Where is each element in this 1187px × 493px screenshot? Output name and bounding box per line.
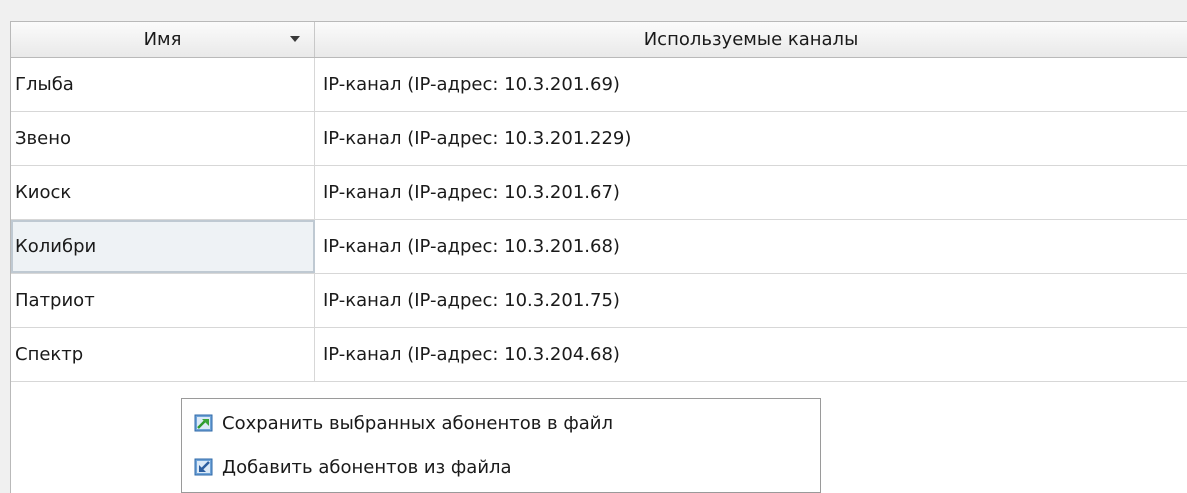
column-header-name-label: Имя [143,29,182,50]
cell-name[interactable]: Глыба [11,58,315,111]
table-row[interactable]: Патриот IP-канал (IP-адрес: 10.3.201.75) [11,274,1187,328]
table-row[interactable]: Спектр IP-канал (IP-адрес: 10.3.204.68) [11,328,1187,382]
table-row[interactable]: Киоск IP-канал (IP-адрес: 10.3.201.67) [11,166,1187,220]
menu-item-import-from-file-label: Добавить абонентов из файла [222,456,512,478]
column-header-channels[interactable]: Используемые каналы [315,22,1187,57]
table-header: Имя Используемые каналы [11,22,1187,58]
cell-name[interactable]: Спектр [11,328,315,381]
table-body: Глыба IP-канал (IP-адрес: 10.3.201.69) З… [11,58,1187,382]
column-header-channels-label: Используемые каналы [643,29,859,50]
cell-name[interactable]: Патриот [11,274,315,327]
window: Имя Используемые каналы Глыба IP-канал (… [0,0,1187,493]
column-header-name[interactable]: Имя [11,22,315,57]
cell-channel[interactable]: IP-канал (IP-адрес: 10.3.201.229) [315,112,1187,165]
table-row[interactable]: Звено IP-канал (IP-адрес: 10.3.201.229) [11,112,1187,166]
cell-name[interactable]: Звено [11,112,315,165]
menu-item-import-from-file[interactable]: Добавить абонентов из файла [182,447,820,487]
cell-name-selected[interactable]: Колибри [11,220,315,273]
sort-descending-icon [290,36,300,42]
cell-name[interactable]: Киоск [11,166,315,219]
cell-channel[interactable]: IP-канал (IP-адрес: 10.3.201.69) [315,58,1187,111]
table-row[interactable]: Колибри IP-канал (IP-адрес: 10.3.201.68) [11,220,1187,274]
save-to-file-icon [194,413,214,433]
cell-channel[interactable]: IP-канал (IP-адрес: 10.3.201.68) [315,220,1187,273]
table-row[interactable]: Глыба IP-канал (IP-адрес: 10.3.201.69) [11,58,1187,112]
cell-channel[interactable]: IP-канал (IP-адрес: 10.3.201.75) [315,274,1187,327]
context-menu: Сохранить выбранных абонентов в файл Доб… [181,398,821,493]
cell-channel[interactable]: IP-канал (IP-адрес: 10.3.201.67) [315,166,1187,219]
menu-item-save-to-file[interactable]: Сохранить выбранных абонентов в файл [182,403,820,443]
import-from-file-icon [194,457,214,477]
menu-item-save-to-file-label: Сохранить выбранных абонентов в файл [222,412,614,434]
cell-channel[interactable]: IP-канал (IP-адрес: 10.3.204.68) [315,328,1187,381]
